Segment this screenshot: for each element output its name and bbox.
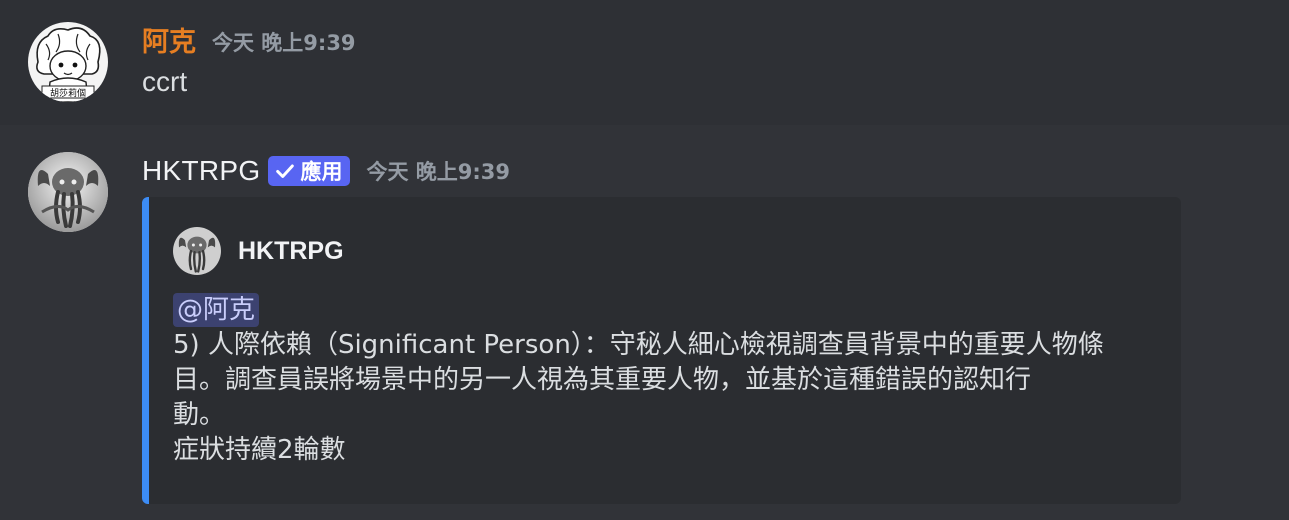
message-header: 阿克 今天 晚上9:39 <box>142 20 356 64</box>
embed-description-line: 5) 人際依賴（Significant Person）：守秘人細心檢視調查員背景… <box>173 330 1104 360</box>
message-item[interactable]: HKTRPG 應用 今天 晚上9:39 HKTRPG @阿克 5) 人際依賴（S… <box>0 125 1289 520</box>
checkmark-icon <box>276 164 295 178</box>
username[interactable]: 阿克 <box>142 29 196 56</box>
username[interactable]: HKTRPG <box>142 157 260 185</box>
embed-author: HKTRPG <box>173 227 344 275</box>
user-avatar-icon[interactable]: 胡莎莉個 <box>28 22 108 102</box>
bot-avatar-icon[interactable] <box>28 152 108 232</box>
message-header: HKTRPG 應用 今天 晚上9:39 <box>142 151 510 191</box>
timestamp[interactable]: 今天 晚上9:39 <box>366 156 510 186</box>
message-content: ccrt <box>142 66 188 97</box>
svg-text:胡莎莉個: 胡莎莉個 <box>50 87 86 99</box>
app-badge: 應用 <box>268 156 351 186</box>
timestamp[interactable]: 今天 晚上9:39 <box>212 27 356 57</box>
chat-message-list: 胡莎莉個 阿克 今天 晚上9:39 ccrt HKTRPG 應用 今天 晚上9:… <box>0 0 1289 520</box>
message-embed: HKTRPG @阿克 5) 人際依賴（Significant Person）：守… <box>142 197 1181 504</box>
embed-author-name[interactable]: HKTRPG <box>238 237 344 266</box>
user-mention[interactable]: @阿克 <box>173 293 260 327</box>
embed-description-line: 動。 <box>173 400 226 430</box>
embed-description: @阿克 5) 人際依賴（Significant Person）：守秘人細心檢視調… <box>173 293 1163 468</box>
embed-description-line: 症狀持續2輪數 <box>173 435 346 465</box>
app-badge-label: 應用 <box>300 160 343 184</box>
embed-description-line: 目。調查員誤將場景中的另一人視為其重要人物，並基於這種錯誤的認知行 <box>173 365 1032 395</box>
embed-author-icon <box>173 227 221 275</box>
message-item[interactable]: 胡莎莉個 阿克 今天 晚上9:39 ccrt <box>0 0 1289 125</box>
